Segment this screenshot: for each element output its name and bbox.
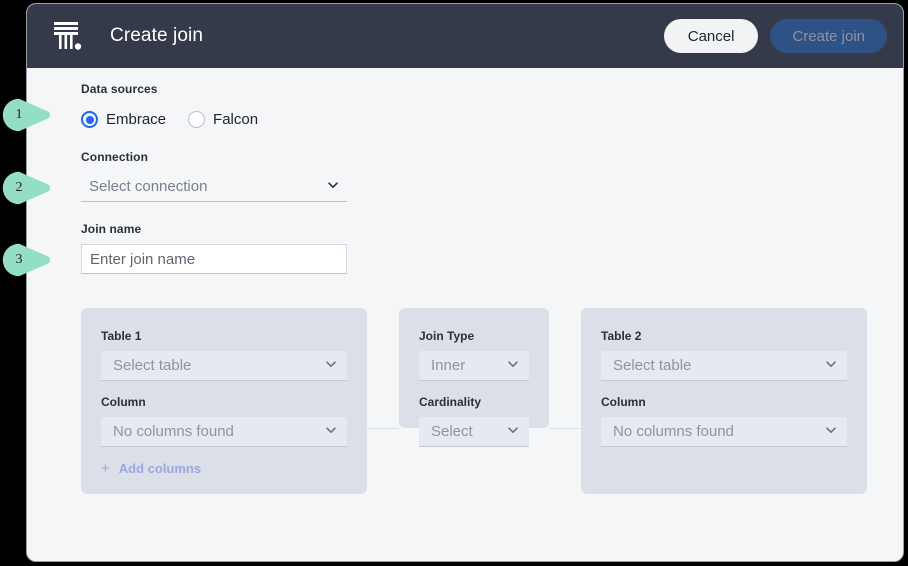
header-actions: Cancel Create join bbox=[664, 19, 887, 53]
table2-column-label: Column bbox=[601, 395, 847, 409]
add-columns-label: Add columns bbox=[119, 461, 201, 476]
table1-column-select[interactable]: No columns found bbox=[101, 417, 347, 447]
table2-column-select-value: No columns found bbox=[613, 423, 825, 440]
chevron-down-icon bbox=[325, 357, 337, 375]
connector-line-right bbox=[549, 428, 581, 429]
table1-column-label: Column bbox=[101, 395, 347, 409]
callout-badge-2: 2 bbox=[2, 171, 54, 205]
chevron-down-icon bbox=[507, 423, 519, 441]
create-join-dialog: Create join Cancel Create join Data sour… bbox=[26, 3, 904, 562]
table2-title: Table 2 bbox=[601, 329, 847, 343]
chevron-down-icon bbox=[507, 357, 519, 375]
create-join-button[interactable]: Create join bbox=[770, 19, 887, 53]
plus-icon: + bbox=[101, 461, 110, 476]
chevron-down-icon bbox=[325, 423, 337, 441]
dialog-header: Create join Cancel Create join bbox=[27, 4, 903, 68]
table2-table-select-value: Select table bbox=[613, 357, 825, 374]
table1-title: Table 1 bbox=[101, 329, 347, 343]
chevron-down-icon bbox=[825, 423, 837, 441]
table1-card: Table 1 Select table Column No columns f… bbox=[81, 308, 367, 494]
callout-number-2: 2 bbox=[2, 171, 36, 205]
join-type-label: Join Type bbox=[419, 329, 529, 343]
add-columns-button[interactable]: + Add columns bbox=[101, 461, 201, 476]
cancel-button[interactable]: Cancel bbox=[664, 19, 759, 53]
callout-number-3: 3 bbox=[2, 243, 36, 277]
chevron-down-icon bbox=[825, 357, 837, 375]
table2-column-select[interactable]: No columns found bbox=[601, 417, 847, 447]
table1-column-select-value: No columns found bbox=[113, 423, 325, 440]
table2-card: Table 2 Select table Column No columns f… bbox=[581, 308, 867, 494]
connector-line-left bbox=[367, 428, 399, 429]
cardinality-select-value: Select bbox=[431, 423, 507, 440]
callout-badge-3: 3 bbox=[2, 243, 54, 277]
callout-number-1: 1 bbox=[2, 98, 36, 132]
join-type-card: Join Type Inner Cardinality Select bbox=[399, 308, 549, 428]
page-title: Create join bbox=[110, 25, 203, 47]
cardinality-select[interactable]: Select bbox=[419, 417, 529, 447]
join-type-select-value: Inner bbox=[431, 357, 507, 374]
callout-badge-1: 1 bbox=[2, 98, 54, 132]
cardinality-label: Cardinality bbox=[419, 395, 529, 409]
table2-table-select[interactable]: Select table bbox=[601, 351, 847, 381]
thoughtspot-logo-icon bbox=[53, 20, 83, 52]
table1-table-select-value: Select table bbox=[113, 357, 325, 374]
dialog-body: Data sources Embrace Falcon Connection S… bbox=[27, 68, 903, 561]
join-builder: Table 1 Select table Column No columns f… bbox=[27, 68, 903, 561]
table1-table-select[interactable]: Select table bbox=[101, 351, 347, 381]
join-type-select[interactable]: Inner bbox=[419, 351, 529, 381]
